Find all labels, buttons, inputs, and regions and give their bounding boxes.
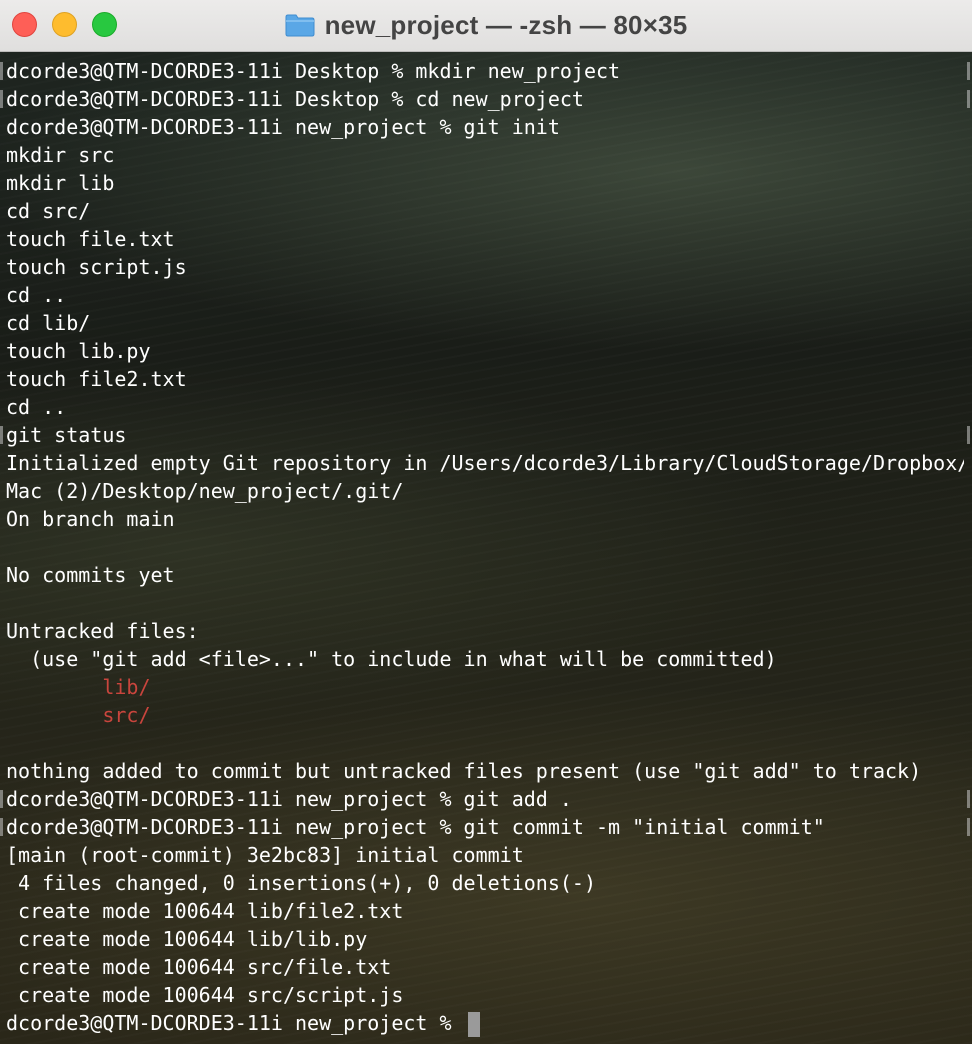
terminal-line: cd lib/ — [6, 311, 91, 335]
folder-icon — [285, 14, 315, 37]
terminal-line: create mode 100644 lib/lib.py — [6, 927, 368, 951]
terminal-line: cd .. — [6, 395, 67, 419]
terminal-line: (use "git add <file>..." to include in w… — [6, 647, 777, 671]
terminal-line: touch lib.py — [6, 339, 151, 363]
prompt-text: dcorde3@QTM-DCORDE3-11i new_project % — [6, 1011, 464, 1035]
line-mark-left — [0, 62, 3, 80]
prompt-line[interactable]: dcorde3@QTM-DCORDE3-11i new_project % — [6, 1009, 964, 1037]
terminal-line: dcorde3@QTM-DCORDE3-11i Desktop % cd new… — [6, 87, 584, 111]
line-mark-right — [967, 790, 970, 808]
line-mark-right — [967, 426, 970, 444]
line-mark-right — [967, 818, 970, 836]
line-mark-left — [0, 426, 3, 444]
terminal-line: On branch main — [6, 507, 175, 531]
terminal-line: nothing added to commit but untracked fi… — [6, 759, 922, 783]
terminal-line: mkdir src — [6, 143, 115, 167]
terminal-line: create mode 100644 src/file.txt — [6, 955, 392, 979]
terminal-line: cd .. — [6, 283, 67, 307]
terminal-line: [main (root-commit) 3e2bc83] initial com… — [6, 843, 524, 867]
terminal-output[interactable]: dcorde3@QTM-DCORDE3-11i Desktop % mkdir … — [0, 52, 972, 1044]
line-mark-right — [967, 90, 970, 108]
title-group: new_project — -zsh — 80×35 — [0, 0, 972, 50]
untracked-file-line: lib/ — [6, 675, 151, 699]
untracked-file-line: src/ — [6, 703, 151, 727]
text-cursor — [467, 1011, 480, 1037]
terminal-line: Initialized empty Git repository in /Use… — [6, 451, 964, 475]
terminal-line: touch script.js — [6, 255, 187, 279]
terminal-line: create mode 100644 src/script.js — [6, 983, 404, 1007]
terminal-line: git status — [6, 423, 127, 447]
terminal-line: dcorde3@QTM-DCORDE3-11i Desktop % mkdir … — [6, 59, 621, 83]
terminal-lines: dcorde3@QTM-DCORDE3-11i Desktop % mkdir … — [6, 57, 964, 1037]
terminal-line: touch file.txt — [6, 227, 175, 251]
terminal-line: mkdir lib — [6, 171, 115, 195]
line-mark-left — [0, 818, 3, 836]
line-mark-left — [0, 90, 3, 108]
terminal-line: touch file2.txt — [6, 367, 187, 391]
terminal-line: dcorde3@QTM-DCORDE3-11i new_project % gi… — [6, 787, 572, 811]
line-mark-right — [967, 62, 970, 80]
line-mark-left — [0, 790, 3, 808]
terminal-window: new_project — -zsh — 80×35 dcorde3@QTM-D… — [0, 0, 972, 1044]
terminal-line: create mode 100644 lib/file2.txt — [6, 899, 404, 923]
terminal-line: No commits yet — [6, 563, 175, 587]
terminal-line: cd src/ — [6, 199, 91, 223]
terminal-line: 4 files changed, 0 insertions(+), 0 dele… — [6, 871, 597, 895]
terminal-line: Mac (2)/Desktop/new_project/.git/ — [6, 479, 404, 503]
terminal-line: dcorde3@QTM-DCORDE3-11i new_project % gi… — [6, 115, 560, 139]
terminal-line: Untracked files: — [6, 619, 199, 643]
title-bar[interactable]: new_project — -zsh — 80×35 — [0, 0, 972, 52]
window-title: new_project — -zsh — 80×35 — [324, 9, 688, 40]
terminal-line: dcorde3@QTM-DCORDE3-11i new_project % gi… — [6, 815, 825, 839]
